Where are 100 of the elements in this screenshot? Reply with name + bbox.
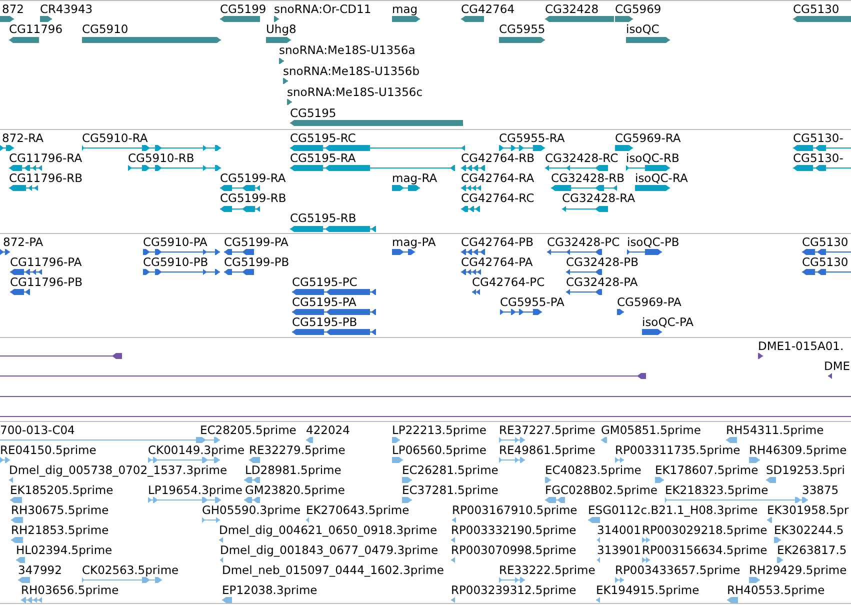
feature-label: CG11796 [9,23,63,36]
feature-label: CG5969-PA [617,296,682,308]
feature-label: isoQC-RB [626,152,680,164]
feature-label: 314001 [597,524,641,536]
feature-label: CG5910-PA [143,236,208,248]
feature-label: EC28205.5prime [200,424,296,436]
feature-label: EK218323.5prime [665,484,768,496]
feature-label: isoQC-PA [642,316,694,328]
feature-label: CG32428-PC [547,236,620,248]
feature-label: CG5955-PA [500,296,564,308]
feature-label: snoRNA:Or-CD11 [274,2,372,14]
feature-label: RE37227.5prime [499,424,596,436]
feature-label: CG5195-RA [290,152,356,164]
feature-label: EK302244.5 [774,524,844,536]
feature-label: Dmel_dig_001843_0677_0479.3prime [220,544,438,556]
feature-label: CG32428-PA [566,276,638,288]
feature-label: CK00149.3prime [148,444,245,456]
feature-label: mag [392,2,418,14]
feature-label: mag-RA [392,172,438,184]
feature-label: CG5199-PA [224,236,288,248]
feature-label: EC26281.5prime [402,464,498,476]
feature-label: CG32428-RA [562,192,636,204]
feature-label: RE49861.5prime [499,444,596,456]
feature-label: Uhg8 [266,23,296,36]
feature-label: EK301958.5pr [767,504,849,516]
feature-label: Dmel_neb_015097_0444_1602.3prime [222,564,444,576]
feature-label: mag-PA [392,236,436,248]
feature-label: CG5195-PC [292,276,358,288]
feature-label: 422024 [306,424,350,436]
feature-label: snoRNA:Me18S-U1356c [287,86,423,98]
feature-label: CG5199-PB [224,256,290,268]
feature-label: CG11796-PB [10,276,82,288]
feature-label: CG5195 [290,106,336,118]
feature-label: isoQC-RA [635,172,688,184]
feature-label: CG5955 [499,23,546,36]
feature-label: EK194915.5prime [596,584,700,596]
feature-label: HL02394.5prime [16,544,112,556]
feature-label: CG42764-RB [461,152,535,164]
feature-label: RH46309.5prime [749,444,847,456]
feature-label: EK185205.5prime [10,484,114,496]
feature-label: 313901 [597,544,641,556]
feature-label: EP12038.3prime [222,584,318,596]
feature-label: GM23820.5prime [245,484,345,496]
feature-label: RP003332190.5prime [451,524,576,536]
feature-label: RH30675.5prime [11,504,109,516]
feature-label: CG5130 [802,256,848,268]
feature-label: RP003311735.5prime [615,444,740,456]
feature-label: CG42764-RA [461,172,534,184]
feature-label: isoQC [626,23,660,36]
feature-label: CG5130 [802,236,848,248]
feature-label: CG5199-RA [220,172,286,184]
feature-label: CG32428-RB [551,172,625,184]
feature-label: CG5955-RA [499,132,565,144]
feature-label: RH03656.5prime [21,584,119,596]
feature-label: CG5130- [793,132,844,144]
feature-label: LP19654.3prime [148,484,242,496]
feature-label: CG42764-PC [472,276,545,288]
feature-label: RP003156634.5prime [642,544,768,556]
feature-label: 700-013-C04 [0,424,75,436]
feature-label: CG5910 [82,23,128,36]
feature-label: CG5969 [615,2,662,14]
feature-label: GM05851.5prime [601,424,701,436]
feature-label: RP003070998.5prime [451,544,576,556]
feature-label: CG5910-RB [128,152,194,164]
feature-label: CG5969-RA [615,132,681,144]
feature-label: CG5199-RB [220,192,286,204]
feature-label: RP003239312.5prime [451,584,576,596]
feature-label: isoQC-PB [627,236,680,248]
feature-label: CG5195-RB [290,212,356,224]
feature-label: 872-RA [2,132,44,144]
feature-label: CG32428-RC [545,152,618,164]
feature-label: 872-PA [3,236,44,248]
feature-label: DME [824,360,850,372]
feature-label: RH21853.5prime [11,524,109,536]
feature-label: LP22213.5prime [392,424,486,436]
feature-label: CG42764 [461,2,515,14]
feature-label: CG42764-PB [461,236,534,248]
feature-label: LD28981.5prime [245,464,342,476]
feature-label: CG11796-RA [9,152,82,164]
feature-label: 872 [2,2,24,14]
feature-label: RE04150.5prime [0,444,96,456]
feature-label: CG11796-PA [10,256,82,268]
feature-label: RH40553.5prime [727,584,825,596]
feature-label: RP003167910.5prime [452,504,578,516]
feature-label: CG5195-PB [292,316,358,328]
feature-label: Dmel_dig_004621_0650_0918.3prime [219,524,438,536]
feature-label: CG42764-PA [461,256,533,268]
feature-label: CG5130- [793,152,844,164]
feature-label: FGC028B02.5prime [545,484,658,496]
feature-label: RE33222.5prime [499,564,596,576]
feature-label: CG42764-RC [461,192,534,204]
feature-label: RE32279.5prime [249,444,346,456]
feature-label: EK178607.5prime [655,464,758,476]
feature-label: 33875 [802,484,839,496]
feature-label: DME1-015A01. [758,340,844,352]
feature-label: CG5130 [793,2,840,14]
feature-label: CG5199 [220,2,266,14]
feature-label: CG5195-RC [290,132,356,144]
feature-label: CG11796-RB [9,172,83,184]
feature-label: CG32428 [545,2,599,14]
